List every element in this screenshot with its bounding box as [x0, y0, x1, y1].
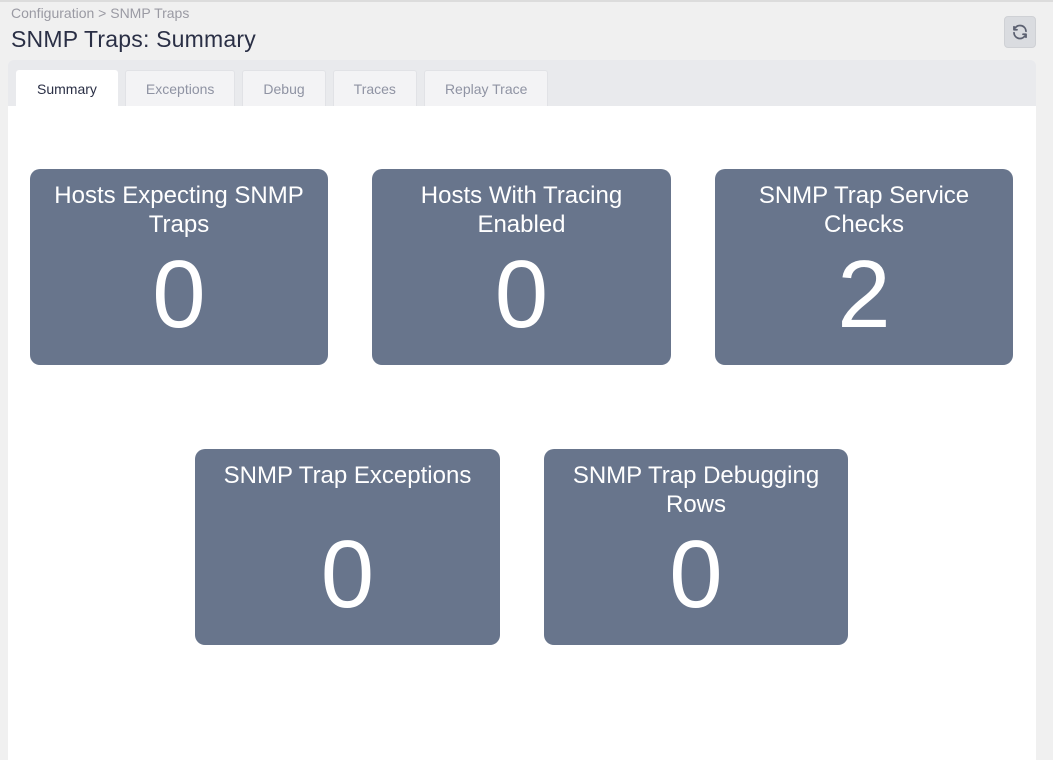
card-value: 2: [837, 241, 891, 348]
tab-bar: Summary Exceptions Debug Traces Replay T…: [16, 70, 555, 106]
card-service-checks[interactable]: SNMP Trap Service Checks 2: [715, 169, 1013, 365]
refresh-button[interactable]: [1004, 16, 1036, 48]
tab-exceptions[interactable]: Exceptions: [124, 70, 236, 106]
card-title: SNMP Trap Exceptions: [223, 462, 472, 489]
card-hosts-with-tracing[interactable]: Hosts With Tracing Enabled 0: [372, 169, 671, 365]
top-border: [0, 0, 1053, 2]
card-trap-exceptions[interactable]: SNMP Trap Exceptions 0: [195, 449, 500, 645]
tab-replay-trace[interactable]: Replay Trace: [423, 70, 549, 106]
tab-panel: Summary Exceptions Debug Traces Replay T…: [8, 60, 1036, 760]
tab-debug[interactable]: Debug: [242, 70, 326, 106]
summary-content: Hosts Expecting SNMP Traps 0 Hosts With …: [8, 106, 1036, 760]
card-debugging-rows[interactable]: SNMP Trap Debugging Rows 0: [544, 449, 848, 645]
page-title: SNMP Traps: Summary: [11, 26, 256, 52]
card-value: 0: [494, 241, 549, 348]
breadcrumb[interactable]: Configuration > SNMP Traps: [11, 5, 189, 21]
tab-traces[interactable]: Traces: [332, 70, 417, 106]
card-title: Hosts With Tracing Enabled: [420, 182, 623, 238]
card-hosts-expecting-traps[interactable]: Hosts Expecting SNMP Traps 0: [30, 169, 328, 365]
tab-summary[interactable]: Summary: [16, 70, 118, 106]
refresh-icon: [1013, 24, 1027, 40]
card-title: SNMP Trap Service Checks: [758, 182, 970, 238]
card-value: 0: [320, 521, 375, 628]
card-value: 0: [152, 241, 206, 348]
card-title: Hosts Expecting SNMP Traps: [54, 182, 304, 238]
card-title: SNMP Trap Debugging Rows: [572, 462, 820, 518]
card-value: 0: [669, 521, 723, 628]
